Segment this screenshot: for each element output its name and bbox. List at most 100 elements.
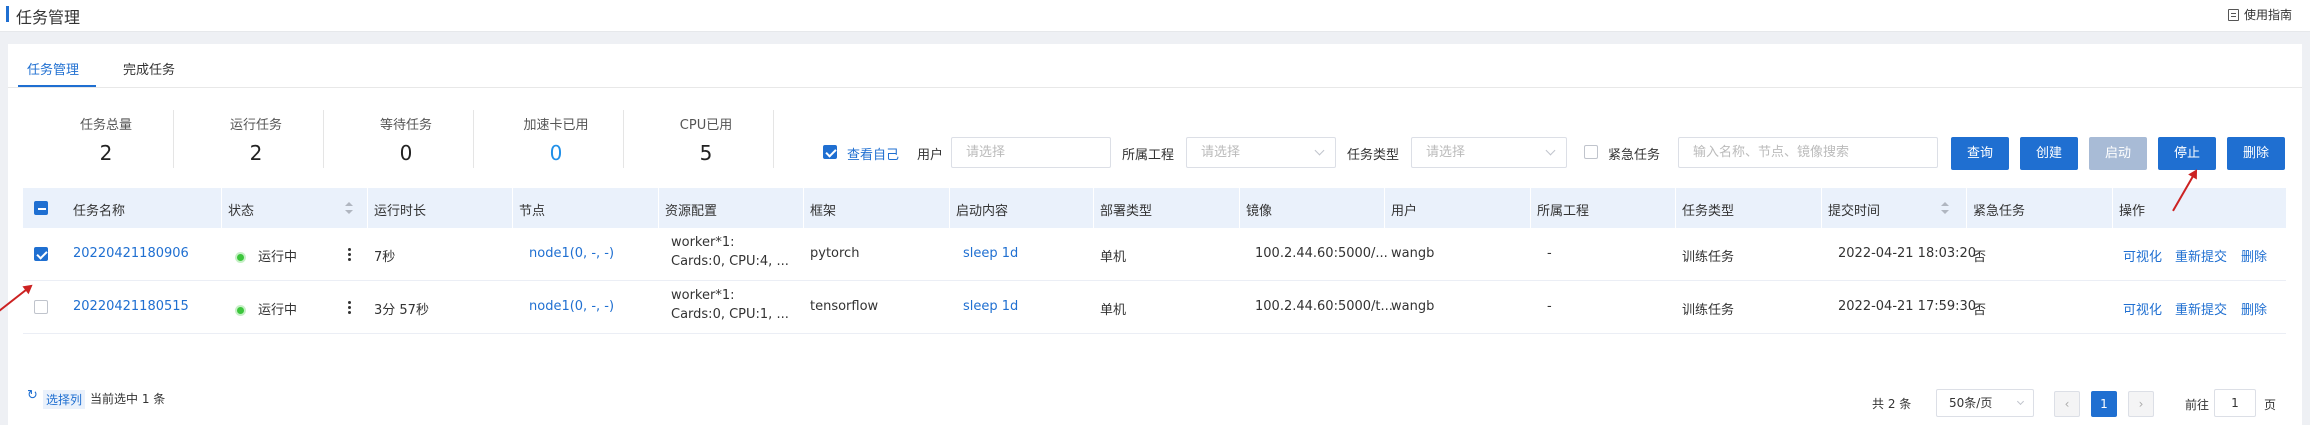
deploy-type-cell: 单机: [1100, 250, 1127, 265]
select-all-checkbox[interactable]: [34, 201, 48, 215]
node-link[interactable]: node1(0, -, -): [529, 299, 614, 314]
column-divider: [512, 188, 513, 228]
stat-label: 加速卡已用: [523, 118, 589, 133]
image-cell: 100.2.44.60:5000/t...: [1255, 299, 1393, 314]
col-header-name: 任务名称: [73, 204, 126, 219]
more-icon[interactable]: [348, 248, 351, 261]
stat-waiting-tasks: 等待任务 0: [331, 114, 481, 165]
resubmit-action[interactable]: 重新提交: [2175, 299, 2227, 318]
row-checkbox[interactable]: [34, 247, 48, 261]
delete-button[interactable]: 删除: [2227, 137, 2285, 170]
stat-divider: [773, 110, 774, 168]
column-divider: [1675, 188, 1676, 228]
framework-cell: pytorch: [810, 246, 860, 261]
tab-bar: 任务管理 完成任务: [8, 44, 2302, 88]
column-divider: [2112, 188, 2113, 228]
user-cell: wangb: [1391, 299, 1435, 314]
start-button[interactable]: 启动: [2089, 137, 2147, 170]
view-self-checkbox[interactable]: [823, 145, 837, 159]
table-header: 任务名称 状态 运行时长 节点 资源配置 框架 启动内容 部署类型 镜像 用户 …: [23, 188, 2286, 228]
more-icon[interactable]: [348, 301, 351, 314]
status-text: 运行中: [258, 303, 298, 318]
table-row: 20220421180906 运行中 7秒 node1(0, -, -) wor…: [23, 228, 2286, 281]
column-divider: [658, 188, 659, 228]
column-divider: [1239, 188, 1240, 228]
col-header-user: 用户: [1391, 204, 1418, 219]
task-name-link[interactable]: 20220421180906: [73, 246, 189, 261]
urgent-task-checkbox[interactable]: [1584, 145, 1598, 159]
prev-page-button[interactable]: ‹: [2054, 391, 2080, 417]
user-filter-label: 用户: [917, 148, 944, 163]
goto-label: 前往: [2185, 398, 2210, 412]
command-link[interactable]: sleep 1d: [963, 246, 1018, 261]
resource-cell: worker*1: Cards:0, CPU:4, ...: [671, 233, 789, 271]
project-filter-label: 所属工程: [1122, 148, 1175, 163]
tab-completed-tasks[interactable]: 完成任务: [123, 59, 175, 78]
stat-label: 任务总量: [79, 118, 132, 133]
search-input[interactable]: 输入名称、节点、镜像搜索: [1678, 137, 1938, 168]
running-status-dot: [237, 254, 244, 261]
stat-value: 2: [99, 141, 113, 165]
task-type-filter-select[interactable]: 请选择: [1411, 137, 1567, 168]
delete-action[interactable]: 删除: [2241, 246, 2267, 265]
resource-cell: worker*1: Cards:0, CPU:1, ...: [671, 286, 789, 324]
col-header-framework: 框架: [810, 204, 837, 219]
status-cell: 运行中: [237, 299, 297, 318]
user-cell: wangb: [1391, 246, 1435, 261]
next-page-button[interactable]: ›: [2128, 391, 2154, 417]
create-button[interactable]: 创建: [2020, 137, 2078, 170]
column-divider: [367, 188, 368, 228]
urgent-task-label[interactable]: 紧急任务: [1608, 144, 1660, 163]
task-type-filter-label: 任务类型: [1347, 148, 1400, 163]
col-header-node: 节点: [519, 204, 546, 219]
visualize-action[interactable]: 可视化: [2123, 246, 2162, 265]
stat-label: CPU已用: [679, 118, 733, 133]
resubmit-action[interactable]: 重新提交: [2175, 246, 2227, 265]
deploy-type-cell: 单机: [1100, 303, 1127, 318]
sort-icon[interactable]: [345, 202, 353, 214]
top-bar: 任务管理 使用指南: [0, 0, 2310, 32]
submit-time-cell: 2022-04-21 18:03:20: [1838, 246, 1977, 261]
active-tab-indicator: [18, 85, 96, 87]
row-checkbox[interactable]: [34, 300, 48, 314]
delete-action[interactable]: 删除: [2241, 299, 2267, 318]
running-status-dot: [237, 307, 244, 314]
status-cell: 运行中: [237, 246, 297, 265]
duration-cell: 7秒: [374, 250, 396, 265]
node-link[interactable]: node1(0, -, -): [529, 246, 614, 261]
col-header-status: 状态: [228, 204, 255, 219]
goto-page-input[interactable]: 1: [2214, 389, 2256, 417]
view-self-label[interactable]: 查看自己: [847, 144, 899, 163]
submit-time-cell: 2022-04-21 17:59:30: [1838, 299, 1977, 314]
project-filter-select[interactable]: 请选择: [1186, 137, 1336, 168]
duration-cell: 3分 57秒: [374, 303, 429, 318]
refresh-icon[interactable]: ↻: [27, 388, 38, 403]
usage-guide-link[interactable]: 使用指南: [2227, 6, 2292, 23]
task-name-link[interactable]: 20220421180515: [73, 299, 189, 314]
page-size-select[interactable]: 50条/页: [1936, 389, 2034, 417]
command-link[interactable]: sleep 1d: [963, 299, 1018, 314]
project-cell: -: [1547, 299, 1552, 314]
current-page[interactable]: 1: [2091, 391, 2117, 417]
user-filter-input[interactable]: 请选择: [951, 137, 1111, 168]
resource-line: worker*1:: [671, 288, 735, 303]
title-accent-bar: [6, 6, 9, 22]
stop-button[interactable]: 停止: [2158, 137, 2216, 170]
tab-task-management[interactable]: 任务管理: [27, 59, 79, 78]
resource-line: worker*1:: [671, 235, 735, 250]
col-header-deploy-type: 部署类型: [1100, 204, 1153, 219]
col-header-submit-time: 提交时间: [1828, 204, 1881, 219]
stat-value: 0: [549, 141, 563, 165]
select-columns-button[interactable]: 选择列: [43, 390, 86, 409]
visualize-action[interactable]: 可视化: [2123, 299, 2162, 318]
col-header-actions: 操作: [2119, 204, 2146, 219]
chevron-down-icon: [2016, 397, 2025, 406]
sort-icon[interactable]: [1941, 202, 1949, 214]
stat-value: 5: [699, 141, 713, 165]
stat-divider: [173, 110, 174, 168]
query-button[interactable]: 查询: [1951, 137, 2009, 170]
col-header-command: 启动内容: [956, 204, 1009, 219]
page-size-value: 50条/页: [1949, 396, 1993, 410]
column-divider: [1093, 188, 1094, 228]
column-divider: [1530, 188, 1531, 228]
